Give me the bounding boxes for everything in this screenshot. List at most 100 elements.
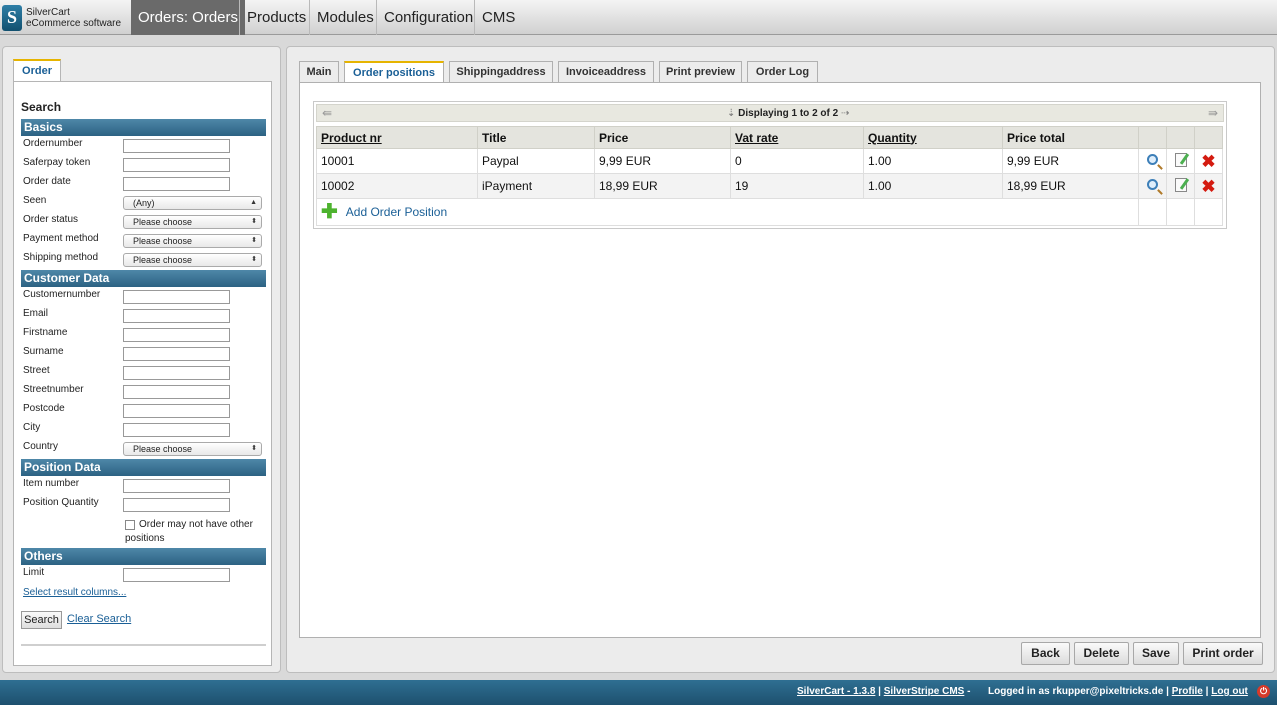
col-product-nr[interactable]: Product nr: [316, 126, 478, 149]
edit-pencil-icon[interactable]: [1174, 152, 1187, 167]
delete-x-icon[interactable]: ✖: [1201, 152, 1215, 171]
search-form: Search Basics Ordernumber Saferpay token…: [13, 81, 272, 666]
nav-products[interactable]: Products: [239, 0, 313, 35]
label-streetnumber: Streetnumber: [23, 384, 84, 395]
nav-modules[interactable]: Modules: [309, 0, 381, 35]
first-page-icon[interactable]: ⇚: [322, 106, 332, 120]
street-input[interactable]: [123, 366, 230, 380]
next-page-icon[interactable]: ⇢: [841, 108, 849, 119]
tab-order[interactable]: Order: [13, 59, 61, 83]
silvercart-version-link[interactable]: SilverCart - 1.3.8: [797, 686, 875, 697]
save-button[interactable]: Save: [1133, 642, 1179, 665]
print-order-button[interactable]: Print order: [1183, 642, 1263, 665]
table-row[interactable]: 10001 Paypal 9,99 EUR 0 1.00 9,99 EUR ✖: [316, 148, 1223, 174]
customernumber-input[interactable]: [123, 290, 230, 304]
tab-order-positions[interactable]: Order positions: [344, 61, 444, 84]
footer-credits: SilverCart - 1.3.8 | SilverStripe CMS -: [797, 686, 971, 697]
label-order-status: Order status: [23, 214, 79, 225]
select-arrows-icon: ⬍: [251, 256, 257, 263]
order-status-select[interactable]: Please choose ⬍: [123, 215, 262, 229]
surname-input[interactable]: [123, 347, 230, 361]
position-quantity-input[interactable]: [123, 498, 230, 512]
edit-panel: Main Order positions Shippingaddress Inv…: [286, 46, 1275, 673]
tab-print-preview[interactable]: Print preview: [659, 61, 742, 83]
silverstripe-cms-link[interactable]: SilverStripe CMS: [884, 686, 965, 697]
top-menu-bar: S SilverCart eCommerce software Orders: …: [0, 0, 1277, 35]
no-other-positions-label: Order may not have other positions: [125, 519, 253, 544]
label-country: Country: [23, 441, 59, 452]
limit-input[interactable]: [123, 568, 230, 582]
search-panel: Order Search Basics Ordernumber Saferpay…: [2, 46, 281, 673]
search-button[interactable]: Search: [21, 611, 62, 629]
view-magnifier-icon[interactable]: [1147, 179, 1158, 190]
saferpay-token-input[interactable]: [123, 158, 230, 172]
nav-cms[interactable]: CMS: [474, 0, 522, 35]
item-number-input[interactable]: [123, 479, 230, 493]
view-magnifier-icon[interactable]: [1147, 154, 1158, 165]
label-order-date: Order date: [23, 176, 71, 187]
label-seen: Seen: [23, 195, 47, 206]
delete-button[interactable]: Delete: [1074, 642, 1129, 665]
tab-invoiceaddress[interactable]: Invoiceaddress: [558, 61, 654, 83]
city-input[interactable]: [123, 423, 230, 437]
col-price-total: Price total: [1002, 126, 1139, 149]
email-input[interactable]: [123, 309, 230, 323]
logout-link[interactable]: Log out: [1211, 686, 1248, 697]
profile-link[interactable]: Profile: [1172, 686, 1203, 697]
no-other-positions-checkbox[interactable]: [125, 520, 135, 530]
footer-user-info: Logged in as rkupper@pixeltricks.de | Pr…: [988, 686, 1248, 697]
label-limit: Limit: [23, 567, 45, 578]
nav-orders[interactable]: Orders: Orders: [131, 0, 246, 35]
label-street: Street: [23, 365, 50, 376]
nav-configuration[interactable]: Configuration: [376, 0, 480, 35]
section-basics: Basics: [21, 119, 266, 136]
logout-power-icon[interactable]: ⏻: [1257, 685, 1270, 698]
tab-order-log[interactable]: Order Log: [747, 61, 818, 83]
previous-page-icon[interactable]: ⇣: [727, 108, 735, 119]
firstname-input[interactable]: [123, 328, 230, 342]
label-saferpay-token: Saferpay token: [23, 157, 91, 168]
col-quantity[interactable]: Quantity: [863, 126, 1003, 149]
delete-x-icon[interactable]: ✖: [1201, 177, 1215, 196]
add-order-position[interactable]: ✚ Add Order Position: [316, 198, 1139, 226]
shipping-method-select[interactable]: Please choose ⬍: [123, 253, 262, 267]
label-city: City: [23, 422, 41, 433]
section-others: Others: [21, 548, 266, 565]
section-customer-data: Customer Data: [21, 270, 266, 287]
pagination-bar: ⇚ ⇣ Displaying 1 to 2 of 2 ⇢ ⇛: [316, 104, 1224, 122]
label-position-quantity: Position Quantity: [23, 497, 99, 508]
col-title: Title: [477, 126, 595, 149]
label-surname: Surname: [23, 346, 64, 357]
table-row[interactable]: 10002 iPayment 18,99 EUR 19 1.00 18,99 E…: [316, 173, 1223, 199]
select-result-columns-link[interactable]: Select result columns...: [23, 587, 126, 598]
order-positions-grid: ⇚ ⇣ Displaying 1 to 2 of 2 ⇢ ⇛ Product n…: [313, 101, 1227, 229]
pagination-status: ⇣ Displaying 1 to 2 of 2 ⇢: [727, 108, 850, 119]
select-arrows-icon: ⬍: [251, 218, 257, 225]
clear-search-link[interactable]: Clear Search: [67, 613, 131, 625]
last-page-icon[interactable]: ⇛: [1208, 106, 1218, 120]
edit-pencil-icon[interactable]: [1174, 177, 1187, 192]
label-payment-method: Payment method: [23, 233, 99, 244]
payment-method-select[interactable]: Please choose ⬍: [123, 234, 262, 248]
label-postcode: Postcode: [23, 403, 65, 414]
silvercart-logo-icon: S: [2, 4, 22, 31]
tab-shippingaddress[interactable]: Shippingaddress: [449, 61, 553, 83]
seen-select[interactable]: (Any) ▲: [123, 196, 262, 210]
order-positions-content: ⇚ ⇣ Displaying 1 to 2 of 2 ⇢ ⇛ Product n…: [299, 82, 1261, 638]
add-row: ✚ Add Order Position: [316, 198, 1223, 226]
order-date-input[interactable]: [123, 177, 230, 191]
col-price: Price: [594, 126, 731, 149]
table-header-row: Product nr Title Price Vat rate Quantity…: [316, 126, 1223, 149]
silvercart-logo[interactable]: S SilverCart eCommerce software: [0, 0, 130, 35]
label-ordernumber: Ordernumber: [23, 138, 83, 149]
select-arrows-icon: ⬍: [251, 237, 257, 244]
back-button[interactable]: Back: [1021, 642, 1070, 665]
streetnumber-input[interactable]: [123, 385, 230, 399]
country-select[interactable]: Please choose ⬍: [123, 442, 262, 456]
logo-text: SilverCart eCommerce software: [26, 6, 122, 29]
tab-main[interactable]: Main: [299, 61, 339, 83]
col-vat-rate[interactable]: Vat rate: [730, 126, 864, 149]
ordernumber-input[interactable]: [123, 139, 230, 153]
label-item-number: Item number: [23, 478, 80, 489]
postcode-input[interactable]: [123, 404, 230, 418]
